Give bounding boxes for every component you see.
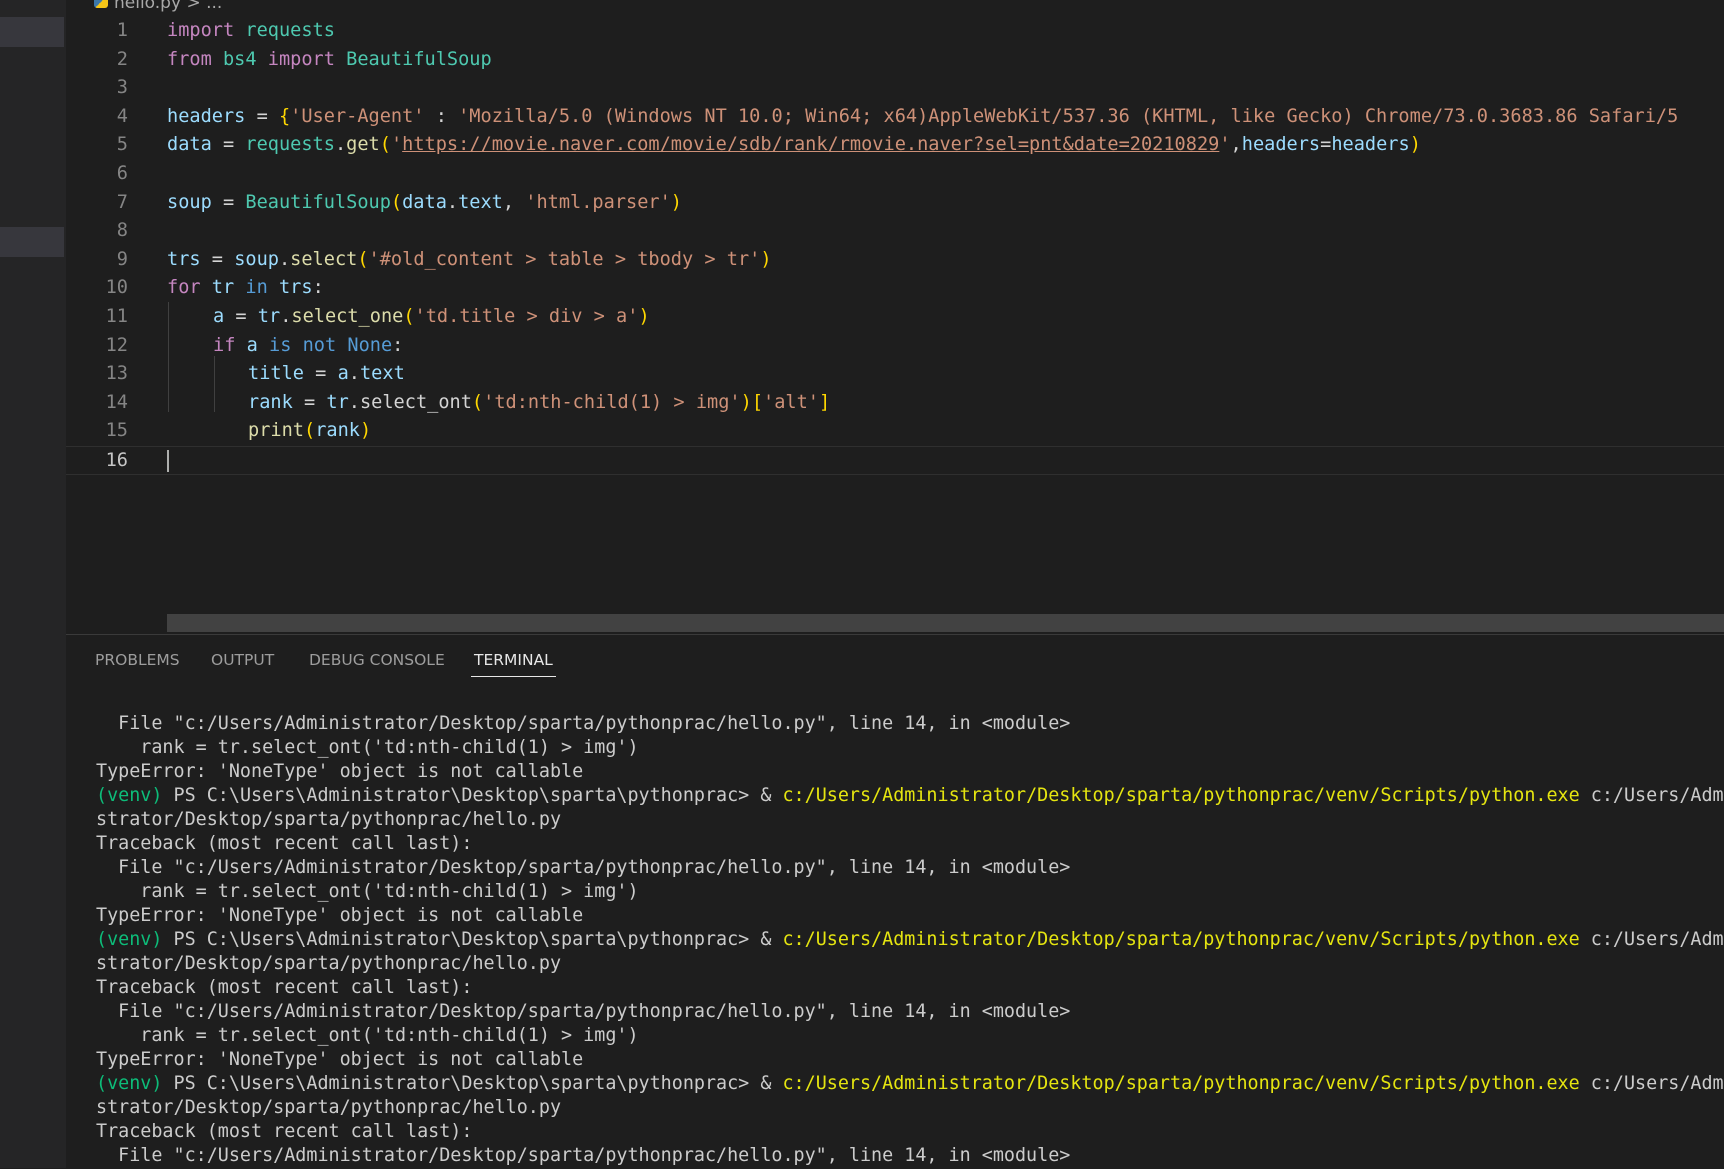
code-line: 6 — [66, 160, 1724, 189]
activity-bar — [0, 0, 66, 1168]
line-text: data = requests.get('https://movie.naver… — [167, 134, 1421, 156]
terminal-line: Traceback (most recent call last): — [96, 833, 473, 854]
terminal-line: strator/Desktop/sparta/pythonprac/hello.… — [96, 953, 562, 974]
terminal-line: File "c:/Users/Administrator/Desktop/spa… — [96, 1145, 1071, 1166]
terminal-line: rank = tr.select_ont('td:nth-child(1) > … — [96, 737, 639, 758]
tab-debug-console[interactable]: DEBUG CONSOLE — [309, 651, 445, 669]
line-number: 9 — [116, 248, 128, 270]
line-number: 1 — [116, 20, 128, 41]
line-number: 11 — [105, 305, 128, 327]
code-line: 12 if a is not None: — [66, 332, 1724, 361]
code-lines[interactable]: 1 import requests 2 from bs4 import Beauti… — [66, 17, 1724, 475]
tab-output[interactable]: OUTPUT — [211, 651, 274, 669]
breadcrumb-file[interactable]: hello.py — [114, 0, 181, 13]
breadcrumb-separator: > — [186, 0, 201, 13]
line-number: 13 — [105, 363, 128, 385]
line-text: title = a.text — [248, 363, 405, 385]
line-number: 8 — [116, 220, 128, 242]
terminal-line: rank = tr.select_ont('td:nth-child(1) > … — [96, 881, 639, 902]
line-text: headers = {'User-Agent' : 'Mozilla/5.0 (… — [167, 105, 1679, 127]
terminal-line: TypeError: 'NoneType' object is not call… — [96, 761, 584, 782]
line-text: for tr in trs: — [167, 277, 324, 299]
code-line: 3 — [66, 74, 1724, 103]
line-text: from bs4 import BeautifulSoup — [167, 48, 492, 70]
panel-tabs: PROBLEMS OUTPUT DEBUG CONSOLE TERMINAL — [66, 635, 1724, 679]
code-line: 7 soup = BeautifulSoup(data.text, 'html.p… — [66, 189, 1724, 218]
line-number: 4 — [116, 105, 128, 127]
code-line: 2 from bs4 import BeautifulSoup — [66, 46, 1724, 75]
line-number: 7 — [116, 191, 128, 213]
terminal-line: File "c:/Users/Administrator/Desktop/spa… — [96, 713, 1071, 734]
tab-problems[interactable]: PROBLEMS — [95, 651, 180, 669]
url-link[interactable]: https://movie.naver.com/movie/sdb/rank/r… — [402, 134, 1219, 155]
terminal-line: (venv) PS C:\Users\Administrator\Desktop… — [96, 1073, 1724, 1094]
line-number: 16 — [105, 449, 128, 471]
line-number: 6 — [116, 162, 128, 184]
terminal-line: File "c:/Users/Administrator/Desktop/spa… — [96, 1001, 1071, 1022]
code-editor[interactable]: hello.py > ... 1 import requests 2 from bs… — [66, 0, 1724, 632]
horizontal-scrollbar[interactable] — [167, 614, 1724, 632]
line-number: 15 — [105, 420, 128, 442]
line-text: print(rank) — [248, 420, 372, 442]
code-line: 14 rank = tr.select_ont('td:nth-child(1) … — [66, 389, 1724, 418]
terminal-line: (venv) PS C:\Users\Administrator\Desktop… — [96, 929, 1724, 950]
terminal-line: TypeError: 'NoneType' object is not call… — [96, 905, 584, 926]
activity-highlight — [0, 17, 64, 47]
line-text: trs = soup.select('#old_content > table … — [167, 248, 772, 270]
line-number: 3 — [116, 77, 128, 99]
line-text: if a is not None: — [213, 334, 404, 356]
code-line: 5 data = requests.get('https://movie.nave… — [66, 131, 1724, 160]
terminal-line: (venv) PS C:\Users\Administrator\Desktop… — [96, 785, 1724, 806]
breadcrumb-more[interactable]: ... — [206, 0, 222, 13]
terminal-line: TypeError: 'NoneType' object is not call… — [96, 1049, 584, 1070]
terminal-line: strator/Desktop/sparta/pythonprac/hello.… — [96, 809, 562, 830]
bottom-panel: PROBLEMS OUTPUT DEBUG CONSOLE TERMINAL F… — [66, 634, 1724, 1169]
line-number: 14 — [105, 391, 128, 413]
breadcrumb[interactable]: hello.py > ... — [94, 0, 222, 13]
terminal-line: Traceback (most recent call last): — [96, 977, 473, 998]
line-text: rank = tr.select_ont('td:nth-child(1) > … — [248, 391, 831, 413]
line-text: import requests — [167, 20, 335, 41]
line-number: 5 — [116, 134, 128, 156]
terminal-line: rank = tr.select_ont('td:nth-child(1) > … — [96, 1025, 639, 1046]
code-line: 9 trs = soup.select('#old_content > table… — [66, 246, 1724, 275]
terminal-output[interactable]: File "c:/Users/Administrator/Desktop/spa… — [96, 712, 1724, 1168]
code-line-active: 16 — [66, 445, 1724, 475]
line-number: 2 — [116, 48, 128, 70]
line-number: 12 — [105, 334, 128, 356]
text-cursor — [167, 449, 169, 472]
line-number: 10 — [105, 277, 128, 299]
activity-highlight — [0, 227, 64, 257]
code-line: 10 for tr in trs: — [66, 274, 1724, 303]
code-line: 11 a = tr.select_one('td.title > div > a'… — [66, 303, 1724, 332]
code-line: 13 title = a.text — [66, 360, 1724, 389]
line-text: a = tr.select_one('td.title > div > a') — [213, 305, 650, 327]
line-text: soup = BeautifulSoup(data.text, 'html.pa… — [167, 191, 682, 213]
code-line: 15 print(rank) — [66, 417, 1724, 446]
tab-terminal[interactable]: TERMINAL — [471, 651, 556, 677]
code-line: 1 import requests — [66, 17, 1724, 46]
code-line: 8 — [66, 217, 1724, 246]
terminal-line: Traceback (most recent call last): — [96, 1121, 473, 1142]
code-line: 4 headers = {'User-Agent' : 'Mozilla/5.0 … — [66, 103, 1724, 132]
terminal-line: File "c:/Users/Administrator/Desktop/spa… — [96, 857, 1071, 878]
terminal-line: strator/Desktop/sparta/pythonprac/hello.… — [96, 1097, 562, 1118]
python-file-icon — [94, 0, 108, 8]
